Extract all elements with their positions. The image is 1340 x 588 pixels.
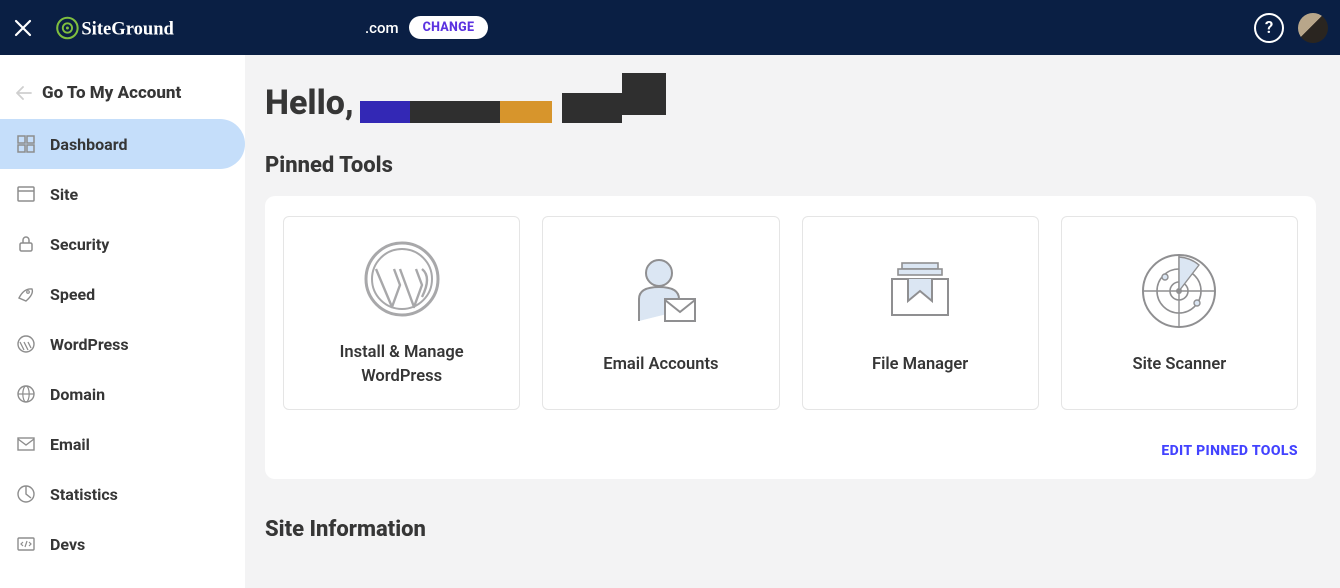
site-scanner-icon [1137,249,1221,333]
security-icon [16,234,36,254]
edit-pinned-row: EDIT PINNED TOOLS [283,440,1298,459]
statistics-icon [16,484,36,504]
sidebar-item-label: Domain [50,385,105,404]
site-icon [16,184,36,204]
wordpress-icon [16,334,36,354]
top-header: SiteGround .com CHANGE ? [0,0,1340,55]
wordpress-install-icon [360,237,444,321]
svg-text:SiteGround: SiteGround [81,18,174,39]
greeting-name-redacted [360,93,676,123]
sidebar-item-speed[interactable]: Speed [0,269,245,319]
sidebar-item-dashboard[interactable]: Dashboard [0,119,245,169]
go-to-account-link[interactable]: Go To My Account [0,77,245,119]
sidebar-item-label: Security [50,235,109,254]
help-icon: ? [1265,18,1273,38]
sidebar-item-devs[interactable]: Devs [0,519,245,569]
sidebar-item-label: Email [50,435,90,454]
pinned-tools-title: Pinned Tools [265,153,1316,178]
change-domain-button[interactable]: CHANGE [409,16,489,39]
sidebar-item-label: Speed [50,285,95,304]
email-icon [16,434,36,454]
domain-switcher: .com CHANGE [365,16,488,39]
tool-card-wordpress[interactable]: Install & Manage WordPress [283,216,520,410]
sidebar-item-security[interactable]: Security [0,219,245,269]
sidebar-item-label: WordPress [50,335,129,354]
sidebar-item-label: Dashboard [50,135,127,154]
email-accounts-icon [619,249,703,333]
go-to-account-label: Go To My Account [42,83,181,103]
tool-label: Install & Manage WordPress [284,341,519,389]
close-icon [14,19,32,37]
greeting-prefix: Hello, [265,83,354,123]
pinned-tools-panel: Install & Manage WordPress Email Account… [265,196,1316,479]
tool-label: Site Scanner [1115,353,1245,377]
header-right: ? [1254,13,1328,43]
sidebar-item-label: Devs [50,535,85,554]
devs-icon [16,534,36,554]
tool-card-filemanager[interactable]: File Manager [802,216,1039,410]
greeting: Hello, [265,83,1316,123]
pinned-tools-grid: Install & Manage WordPress Email Account… [283,216,1298,410]
help-button[interactable]: ? [1254,13,1284,43]
brand-logo[interactable]: SiteGround [50,15,200,41]
tool-card-sitescanner[interactable]: Site Scanner [1061,216,1298,410]
dashboard-icon [16,134,36,154]
tool-label: File Manager [854,353,986,377]
domain-suffix: .com [365,19,399,37]
tool-label: Email Accounts [585,353,736,377]
sidebar-item-wordpress[interactable]: WordPress [0,319,245,369]
sidebar-item-email[interactable]: Email [0,419,245,469]
sidebar: Go To My Account Dashboard Site Security… [0,55,245,588]
sidebar-item-site[interactable]: Site [0,169,245,219]
file-manager-icon [878,249,962,333]
sidebar-item-label: Site [50,185,78,204]
tool-card-email[interactable]: Email Accounts [542,216,779,410]
edit-pinned-tools-link[interactable]: EDIT PINNED TOOLS [1161,443,1298,459]
sidebar-item-domain[interactable]: Domain [0,369,245,419]
site-information-title: Site Information [265,517,1316,542]
sidebar-item-label: Statistics [50,485,118,504]
avatar[interactable] [1298,13,1328,43]
sidebar-item-statistics[interactable]: Statistics [0,469,245,519]
speed-icon [16,284,36,304]
close-button[interactable] [0,0,46,55]
main-content: Hello, Pinned Tools [245,55,1340,588]
arrow-left-icon [16,86,32,100]
domain-icon [16,384,36,404]
